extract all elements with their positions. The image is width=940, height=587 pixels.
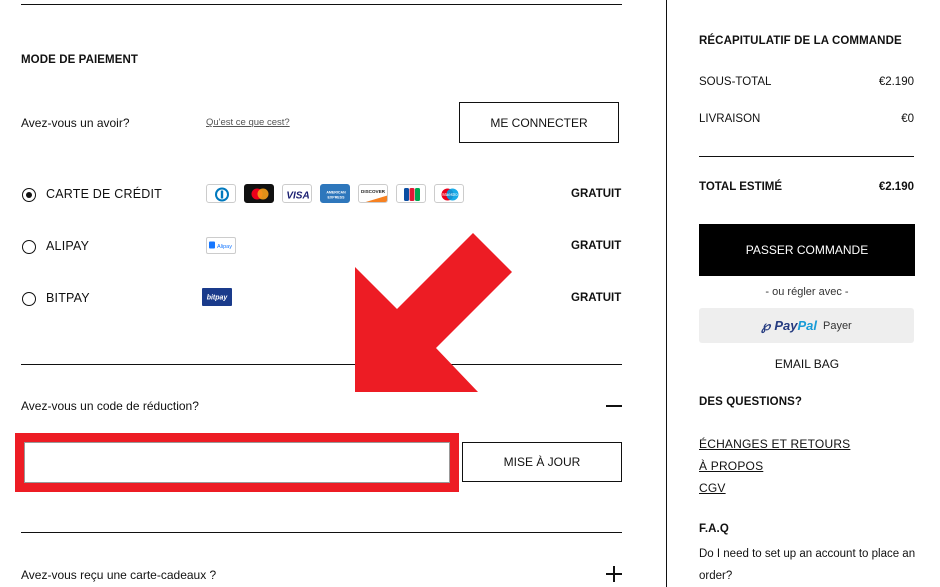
shipping-value: €0 bbox=[901, 113, 914, 125]
credit-question: Avez-vous un avoir? bbox=[21, 116, 130, 130]
alipay-icon: Alipay bbox=[206, 237, 236, 254]
paypal-brand-pal: Pal bbox=[797, 318, 817, 333]
paypal-button[interactable]: ℘ Pay Pal Payer bbox=[699, 308, 914, 343]
subtotal-label: SOUS-TOTAL bbox=[699, 76, 772, 88]
paypal-brand-pay: Pay bbox=[774, 318, 798, 333]
or-pay-with-text: - ou régler avec - bbox=[765, 286, 849, 298]
payment-divider bbox=[21, 364, 622, 365]
discount-collapse-icon[interactable] bbox=[606, 405, 622, 407]
summary-divider bbox=[699, 156, 914, 157]
total-value: €2.190 bbox=[878, 181, 914, 193]
mastercard-icon bbox=[244, 184, 274, 203]
svg-text:EXPRESS: EXPRESS bbox=[328, 196, 346, 200]
questions-title: DES QUESTIONS? bbox=[699, 396, 802, 408]
svg-text:AMERICAN: AMERICAN bbox=[326, 191, 346, 195]
giftcard-question[interactable]: Avez-vous reçu une carte-cadeaux ? bbox=[21, 568, 216, 582]
svg-text:Maestro: Maestro bbox=[442, 192, 458, 197]
credit-info-link[interactable]: Qu'est ce que cest? bbox=[206, 117, 290, 128]
discount-input-highlight bbox=[15, 433, 459, 492]
cgv-link[interactable]: CGV bbox=[699, 481, 726, 495]
discount-divider bbox=[21, 532, 622, 533]
credit-card-price: GRATUIT bbox=[571, 188, 622, 200]
alipay-price: GRATUIT bbox=[571, 240, 622, 252]
subtotal-value: €2.190 bbox=[878, 76, 914, 88]
diners-icon bbox=[206, 184, 236, 203]
faq-title: F.A.Q bbox=[699, 523, 729, 535]
annotation-arrow-icon bbox=[340, 215, 525, 400]
top-divider bbox=[21, 4, 622, 5]
svg-text:bitpay: bitpay bbox=[207, 295, 229, 302]
svg-text:DISCOVER: DISCOVER bbox=[361, 189, 386, 194]
returns-link[interactable]: ÉCHANGES ET RETOURS bbox=[699, 437, 850, 451]
faq-question[interactable]: Do I need to set up an account to place … bbox=[699, 543, 917, 587]
paypal-pay-label: Payer bbox=[822, 319, 852, 332]
update-discount-button[interactable]: MISE À JOUR bbox=[462, 442, 622, 482]
bitpay-label: BITPAY bbox=[46, 291, 90, 305]
svg-text:VISA: VISA bbox=[286, 191, 309, 202]
summary-title: RÉCAPITULATIF DE LA COMMANDE bbox=[699, 35, 902, 47]
total-label: TOTAL ESTIMÉ bbox=[699, 181, 783, 193]
jcb-icon bbox=[396, 184, 426, 203]
place-order-button[interactable]: PASSER COMMANDE bbox=[699, 224, 915, 276]
discover-icon: DISCOVER bbox=[358, 184, 388, 203]
radio-bitpay[interactable] bbox=[22, 292, 36, 306]
bitpay-price: GRATUIT bbox=[571, 292, 622, 304]
giftcard-expand-icon[interactable] bbox=[606, 566, 622, 582]
email-bag-link[interactable]: EMAIL BAG bbox=[699, 357, 915, 371]
alipay-label: ALIPAY bbox=[46, 239, 90, 253]
bitpay-icon: bitpay bbox=[202, 288, 232, 306]
credit-card-label: CARTE DE CRÉDIT bbox=[46, 187, 162, 201]
paypal-logo-icon: ℘ bbox=[761, 317, 771, 333]
login-button[interactable]: ME CONNECTER bbox=[459, 102, 619, 143]
visa-icon: VISA bbox=[282, 184, 312, 203]
shipping-label: LIVRAISON bbox=[699, 113, 761, 125]
radio-credit-card[interactable] bbox=[22, 188, 36, 202]
discount-question[interactable]: Avez-vous un code de réduction? bbox=[21, 399, 199, 413]
payment-title: MODE DE PAIEMENT bbox=[21, 54, 139, 66]
maestro-icon: Maestro bbox=[434, 184, 464, 203]
amex-icon: AMERICAN EXPRESS bbox=[320, 184, 350, 203]
about-link[interactable]: À PROPOS bbox=[699, 459, 763, 473]
svg-text:Alipay: Alipay bbox=[217, 244, 232, 250]
column-divider bbox=[666, 0, 667, 587]
discount-code-input[interactable] bbox=[24, 442, 450, 483]
radio-alipay[interactable] bbox=[22, 240, 36, 254]
